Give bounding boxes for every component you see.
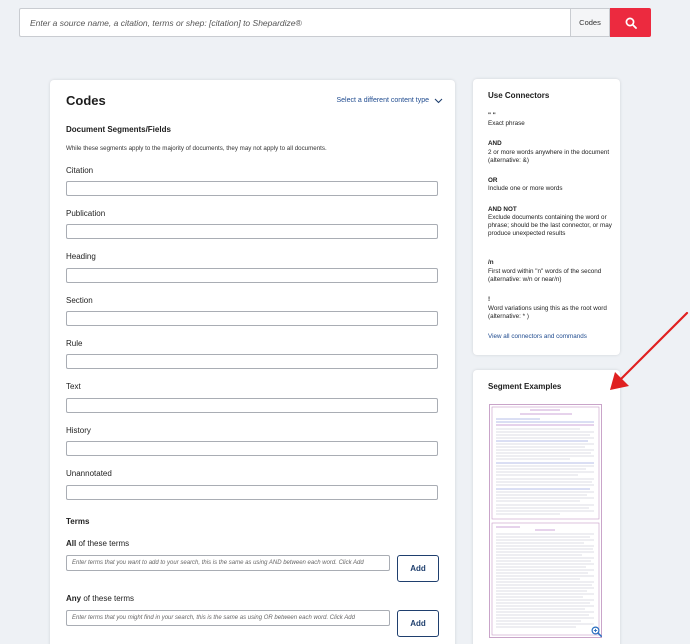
field-label-citation: Citation (66, 166, 94, 175)
citation-field[interactable] (66, 181, 438, 196)
any-terms-label-bold: Any (66, 594, 82, 603)
connector-name: /n (488, 259, 494, 266)
unannotated-field[interactable] (66, 485, 438, 500)
connector-desc: 2 or more words anywhere in the document… (488, 149, 610, 165)
text-field[interactable] (66, 398, 438, 413)
add-any-terms-button[interactable]: Add (397, 610, 439, 637)
connector-name: ! (488, 296, 491, 303)
search-button[interactable] (610, 8, 651, 37)
search-scope-badge: Codes (570, 8, 610, 37)
history-field[interactable] (66, 441, 438, 456)
segment-examples-card: Segment Examples (473, 370, 620, 644)
field-label-history: History (66, 426, 91, 435)
connector-desc: Exclude documents containing the word or… (488, 214, 612, 238)
publication-field[interactable] (66, 224, 438, 239)
segment-example-thumbnail[interactable] (489, 404, 602, 638)
add-all-terms-button[interactable]: Add (397, 555, 439, 582)
connectors-card: Use Connectors " " Exact phrase AND 2 or… (473, 79, 620, 355)
document-preview-image (491, 406, 600, 636)
terms-title: Terms (66, 517, 90, 526)
any-terms-label: Any of these terms (66, 594, 134, 603)
connector-desc: Word variations using this as the root w… (488, 305, 607, 321)
field-label-text: Text (66, 382, 81, 391)
search-bar: Codes (19, 8, 651, 37)
field-label-rule: Rule (66, 339, 83, 348)
connector-name: " " (488, 112, 496, 119)
heading-field[interactable] (66, 268, 438, 283)
annotation-arrow-icon (610, 311, 689, 390)
all-terms-label: All of these terms (66, 539, 129, 548)
section-field[interactable] (66, 311, 438, 326)
rule-field[interactable] (66, 354, 438, 369)
content-type-label: Select a different content type (336, 97, 430, 104)
search-icon (625, 17, 637, 29)
search-input[interactable] (19, 8, 570, 37)
chevron-down-icon (434, 98, 443, 103)
connector-name: AND NOT (488, 206, 517, 213)
segments-intro: While these segments apply to the majori… (66, 145, 327, 152)
segments-title: Document Segments/Fields (66, 125, 171, 134)
all-terms-input[interactable]: Enter terms that you want to add to your… (66, 555, 390, 571)
field-label-unannotated: Unannotated (66, 469, 112, 478)
connector-name: AND (488, 140, 502, 147)
codes-form-card: Codes Select a different content type Do… (50, 80, 455, 644)
select-content-type-link[interactable]: Select a different content type (337, 97, 444, 104)
segment-examples-title: Segment Examples (488, 382, 562, 391)
page-title: Codes (66, 93, 106, 108)
all-terms-label-rest: of these terms (76, 539, 130, 548)
connectors-title: Use Connectors (488, 91, 550, 100)
connector-name: OR (488, 177, 498, 184)
all-terms-label-bold: All (66, 539, 77, 548)
connector-desc: Include one or more words (488, 185, 563, 192)
connector-desc: First word within "n" words of the secon… (488, 268, 602, 284)
any-terms-input[interactable]: Enter terms that you might find in your … (66, 610, 390, 626)
zoom-in-icon[interactable] (591, 626, 602, 637)
any-terms-label-rest: of these terms (81, 594, 135, 603)
field-label-section: Section (66, 296, 93, 305)
view-all-connectors-link[interactable]: View all connectors and commands (488, 333, 587, 340)
field-label-publication: Publication (66, 209, 106, 218)
field-label-heading: Heading (66, 252, 96, 261)
connector-desc: Exact phrase (488, 120, 525, 127)
